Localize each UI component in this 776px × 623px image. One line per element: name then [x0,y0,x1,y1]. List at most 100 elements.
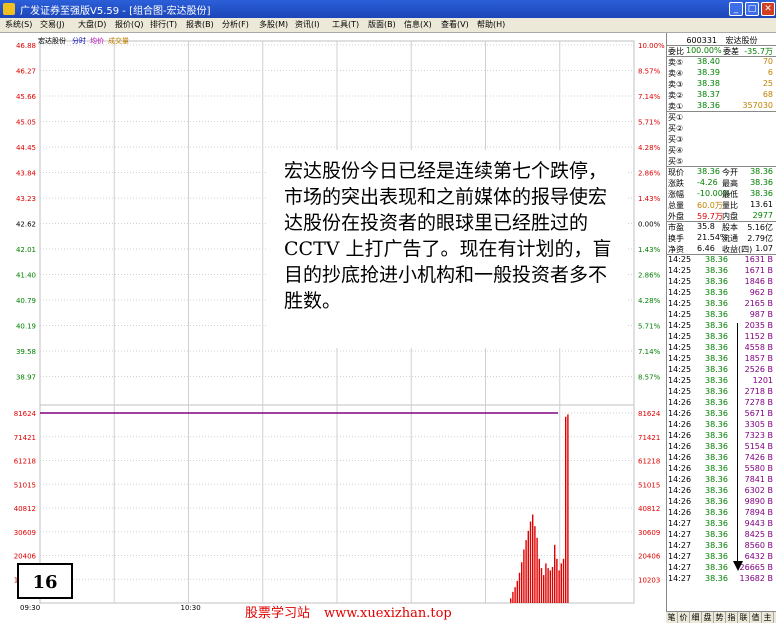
volume-bar [540,568,543,603]
tick-row: 14:25 38.36 1631 B [667,255,775,266]
stat-value-2: 2977 [752,211,773,220]
buy-label: 买④ [668,146,684,155]
quote-tab-4[interactable]: 势 [714,612,726,623]
close-icon[interactable]: ✕ [761,2,775,16]
tick-time: 14:25 [668,343,692,352]
menu-item-10[interactable]: 版面(B) [368,19,396,30]
tick-price: 38.36 [705,519,728,528]
quote-tab-0[interactable]: 笔 [666,612,678,623]
stat-label-2: 流通 [722,234,738,243]
quote-tab-2[interactable]: 细 [690,612,702,623]
tick-row: 14:26 38.36 7426 B [667,453,775,464]
tick-volume: 7278 B [744,398,773,407]
tick-row: 14:27 38.36 13682 B [667,574,775,585]
tick-price: 38.36 [705,563,728,572]
menu-item-11[interactable]: 信息(X) [404,19,432,30]
maximize-icon[interactable]: □ [745,2,759,16]
volume-tick-label: 81624 [14,410,37,418]
menu-item-4[interactable]: 排行(T) [150,19,177,30]
quote-tab-1[interactable]: 价 [678,612,690,623]
volume-bar [556,558,558,603]
sell-volume: 357030 [742,101,773,110]
tick-row: 14:26 38.36 6302 B [667,486,775,497]
tick-row: 14:26 38.36 7894 B [667,508,775,519]
tick-row: 14:26 38.36 5154 B [667,442,775,453]
stat-label-2: 今开 [722,168,738,177]
tick-price: 38.36 [705,387,728,396]
tick-volume: 26665 B [739,563,773,572]
sell-label: 卖② [668,91,684,100]
stat-label-2: 最高 [722,179,738,188]
buy-row: 买① [667,112,775,123]
stock-code: 600331 [686,36,717,45]
menu-item-3[interactable]: 报价(Q) [115,19,144,30]
tick-row: 14:26 38.36 7841 B [667,475,775,486]
tick-row: 14:25 38.36 962 B [667,288,775,299]
menu-item-5[interactable]: 报表(B) [186,19,214,30]
menu-item-6[interactable]: 分析(F) [222,19,249,30]
quote-tab-5[interactable]: 指 [726,612,738,623]
tick-row: 14:27 38.36 8425 B [667,530,775,541]
menu-item-0[interactable]: 系统(S) [5,19,32,30]
menu-item-1[interactable]: 交易(J) [40,19,65,30]
volume-bar [551,566,554,603]
volume-bar [525,540,527,603]
stat-value: 35.8 [697,222,715,231]
quote-tab-6[interactable]: 联 [738,612,750,623]
buy-label: 买① [668,113,684,122]
stat-value-2: 38.36 [750,167,773,176]
tick-time: 14:25 [668,365,692,374]
stat-value-2: 13.61 [750,200,773,209]
menu-item-9[interactable]: 工具(T) [332,19,359,30]
volume-bar [521,562,523,603]
quote-tab-8[interactable]: 主 [762,612,774,623]
volume-bar [529,521,532,603]
tick-volume: 9890 B [744,497,773,506]
tick-price: 38.36 [705,288,728,297]
volume-bar [510,598,512,603]
quote-tab-3[interactable]: 盘 [702,612,714,623]
app-icon [3,3,15,15]
sell-volume: 6 [767,68,773,77]
stat-row: 总量 60.0万 量比 13.61 [667,200,775,211]
menu-item-12[interactable]: 查看(V) [441,19,469,30]
pct-tick-label: 8.57% [638,374,661,382]
tick-time: 14:27 [668,530,692,539]
volume-tick-label: 51015 [14,481,36,489]
pct-tick-label: 8.57% [638,68,661,76]
stat-row: 涨跌 -4.26 最高 38.36 [667,178,775,189]
tick-row: 14:25 38.36 1857 B [667,354,775,365]
tick-volume: 1152 B [744,332,773,341]
tick-volume: 2165 B [744,299,773,308]
tick-volume: 1857 B [744,354,773,363]
volume-tick-label: 30609 [14,529,36,537]
tick-volume: 13682 B [739,574,773,583]
volume-tick-label: 40812 [14,505,36,513]
volume-bar [545,563,547,603]
volume-bar [534,526,536,603]
sell-price: 38.39 [697,68,720,77]
annotation-box: 宏达股份今日已经是连续第七个跌停，市场的突出表现和之前媒体的报导使宏达股份在投资… [268,150,626,348]
menu-item-8[interactable]: 资讯(I) [295,19,320,30]
minimize-icon[interactable]: _ [729,2,743,16]
tick-time: 14:26 [668,420,692,429]
tick-volume: 5580 B [744,464,773,473]
tick-row: 14:26 38.36 3305 B [667,420,775,431]
quote-tabs: 笔价细盘势指联值主 [666,611,776,623]
annotation-text: 宏达股份今日已经是连续第七个跌停，市场的突出表现和之前媒体的报导使宏达股份在投资… [284,160,612,312]
tick-volume: 7894 B [744,508,773,517]
menu-item-7[interactable]: 多股(M) [259,19,288,30]
tick-volume: 7323 B [744,431,773,440]
stat-label: 现价 [668,168,684,177]
pct-tick-label: 10.00% [638,42,665,50]
menu-item-2[interactable]: 大盘(D) [78,19,106,30]
menu-item-13[interactable]: 帮助(H) [477,19,505,30]
tick-volume: 8560 B [744,541,773,550]
tick-row: 14:26 38.36 7278 B [667,398,775,409]
quote-tab-7[interactable]: 值 [750,612,762,623]
tick-price: 38.36 [705,398,728,407]
tick-volume: 2526 B [744,365,773,374]
down-arrow-icon [737,323,738,563]
volume-tick-label-right: 30609 [638,529,660,537]
tick-price: 38.36 [705,409,728,418]
